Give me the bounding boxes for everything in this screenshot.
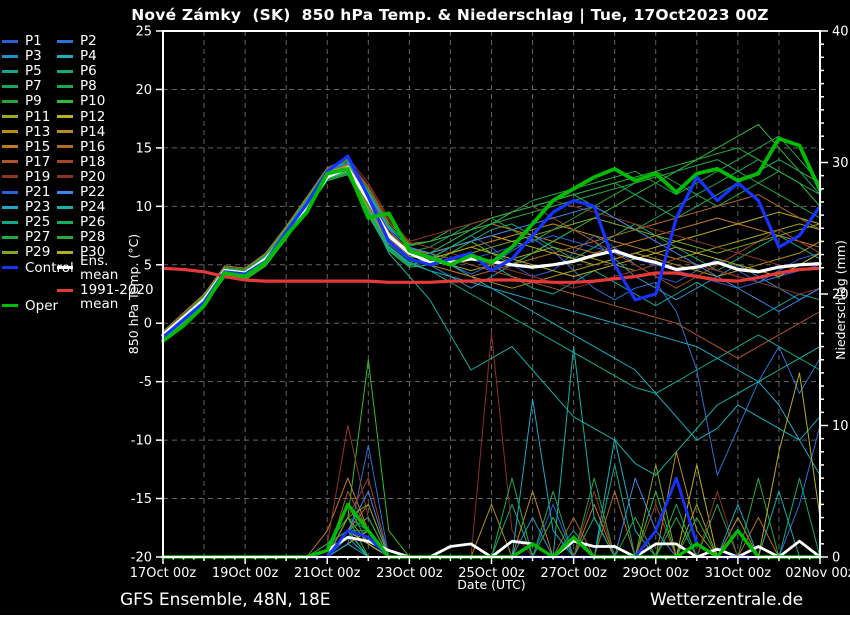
x-tick-label: 19Oct 00z [212, 566, 279, 581]
y-right-axis-title: Niederschlag (mm) [833, 240, 848, 360]
meteogram-page: Nové Zámky (SK) 850 hPa Temp. & Niedersc… [0, 0, 850, 620]
y-left-tick-label: -20 [131, 551, 152, 566]
site-credit-label: Wetterzentrale.de [650, 590, 803, 610]
gridlines [163, 31, 820, 557]
ensemble-temp-line-P19 [163, 157, 820, 332]
y-left-tick-label: 15 [135, 141, 152, 156]
x-tick-label: 31Oct 00z [705, 566, 772, 581]
y-left-tick-label: 5 [144, 258, 152, 273]
y-left-axis-title: 850 hPa Temp. (°C) [126, 234, 141, 354]
bottom-divider [0, 615, 850, 620]
meteogram-chart: 2520151050-5-10-15-2040302010017Oct 00z1… [0, 0, 850, 620]
y-right-tick-label: 30 [832, 156, 849, 171]
x-tick-label: 23Oct 00z [376, 566, 443, 581]
x-axis-title: Date (UTC) [457, 577, 525, 592]
x-tick-label: 27Oct 00z [540, 566, 607, 581]
y-right-tick-label: 0 [832, 551, 840, 566]
y-left-tick-label: 25 [135, 25, 152, 40]
y-left-tick-label: 10 [135, 200, 152, 215]
y-left-tick-label: -5 [139, 375, 152, 390]
x-tick-label: 02Nov 00z [785, 566, 850, 581]
y-left-tick-label: 0 [144, 317, 152, 332]
y-left-tick-label: 20 [135, 83, 152, 98]
x-tick-label: 29Oct 00z [622, 566, 689, 581]
y-right-tick-label: 40 [832, 25, 849, 40]
y-right-tick-label: 10 [832, 419, 849, 434]
ensemble-precip-line-P24 [163, 347, 820, 557]
y-left-tick-label: -15 [131, 492, 152, 507]
x-tick-label: 17Oct 00z [130, 566, 197, 581]
x-tick-label: 21Oct 00z [294, 566, 361, 581]
model-info-label: GFS Ensemble, 48N, 18E [120, 590, 331, 610]
y-left-tick-label: -10 [131, 434, 152, 449]
